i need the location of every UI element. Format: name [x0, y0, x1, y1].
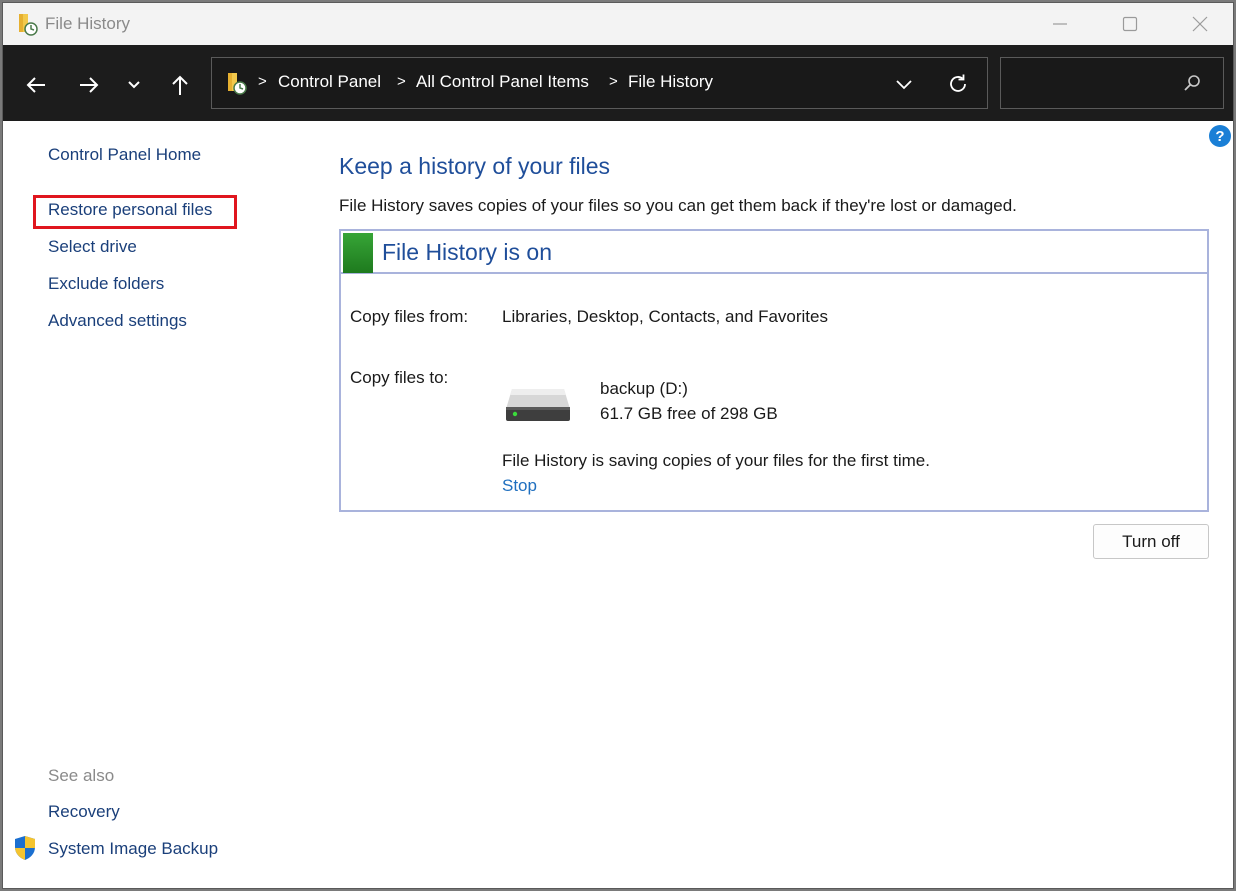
- forward-button[interactable]: [71, 67, 107, 103]
- recovery-link[interactable]: Recovery: [48, 802, 120, 822]
- breadcrumb-all-control-panel-items[interactable]: All Control Panel Items: [416, 72, 589, 92]
- folder-icon: [228, 73, 247, 95]
- search-input[interactable]: [1009, 70, 1173, 98]
- chevron-down-icon[interactable]: [892, 72, 916, 96]
- breadcrumb-separator: >: [397, 73, 406, 90]
- file-history-window: File History > Control Panel > All Contr…: [2, 2, 1234, 889]
- status-title: File History is on: [382, 239, 552, 265]
- copy-to-label: Copy files to:: [350, 368, 449, 387]
- file-history-icon: [19, 14, 38, 36]
- see-also-heading: See also: [48, 766, 115, 785]
- title-bar: File History: [3, 3, 1233, 45]
- breadcrumb-separator: >: [609, 73, 618, 90]
- maximize-icon: [1122, 16, 1138, 32]
- minimize-button[interactable]: [1025, 3, 1095, 45]
- breadcrumb-separator: >: [258, 73, 267, 90]
- control-panel-home-link[interactable]: Control Panel Home: [48, 145, 201, 165]
- page-description: File History saves copies of your files …: [339, 196, 1017, 215]
- copy-from-value: Libraries, Desktop, Contacts, and Favori…: [502, 307, 828, 326]
- back-button[interactable]: [18, 67, 54, 103]
- advanced-settings-link[interactable]: Advanced settings: [48, 311, 187, 331]
- search-box[interactable]: [1000, 57, 1224, 109]
- exclude-folders-link[interactable]: Exclude folders: [48, 274, 164, 294]
- file-history-status-panel: File History is on Copy files from: Libr…: [339, 229, 1209, 512]
- uac-shield-icon: [15, 836, 35, 860]
- help-icon[interactable]: ?: [1208, 124, 1232, 148]
- select-drive-link[interactable]: Select drive: [48, 237, 137, 257]
- drive-name: backup (D:): [600, 379, 688, 398]
- maximize-button[interactable]: [1095, 3, 1165, 45]
- restore-personal-files-link[interactable]: Restore personal files: [48, 200, 212, 220]
- drive-free-space: 61.7 GB free of 298 GB: [600, 404, 778, 423]
- forward-arrow-icon: [80, 77, 99, 93]
- navigation-bar: > Control Panel > All Control Panel Item…: [3, 45, 1233, 121]
- system-image-backup-link[interactable]: System Image Backup: [48, 839, 218, 859]
- back-arrow-icon: [26, 77, 45, 93]
- minimize-icon: [1053, 23, 1067, 25]
- svg-text:?: ?: [1215, 128, 1224, 145]
- status-header: File History is on: [341, 231, 1207, 274]
- status-indicator: [343, 233, 373, 273]
- page-title: Keep a history of your files: [339, 153, 611, 179]
- copy-from-label: Copy files from:: [350, 307, 469, 326]
- close-button[interactable]: [1165, 3, 1233, 45]
- progress-status-text: File History is saving copies of your fi…: [502, 451, 930, 470]
- recent-locations-chevron-icon: [128, 81, 140, 89]
- breadcrumb-file-history[interactable]: File History: [628, 72, 713, 92]
- window-title: File History: [45, 14, 131, 33]
- hard-drive-icon: [506, 389, 570, 421]
- turn-off-button[interactable]: Turn off: [1093, 524, 1209, 559]
- stop-link[interactable]: Stop: [502, 476, 537, 496]
- up-arrow-icon: [172, 75, 188, 95]
- up-button[interactable]: [162, 67, 198, 103]
- breadcrumb-control-panel[interactable]: Control Panel: [278, 72, 381, 92]
- recent-locations-button[interactable]: [116, 67, 152, 103]
- address-bar[interactable]: > Control Panel > All Control Panel Item…: [211, 57, 988, 109]
- refresh-icon[interactable]: [945, 71, 971, 97]
- close-icon: [1192, 16, 1208, 32]
- search-icon[interactable]: [1183, 74, 1201, 92]
